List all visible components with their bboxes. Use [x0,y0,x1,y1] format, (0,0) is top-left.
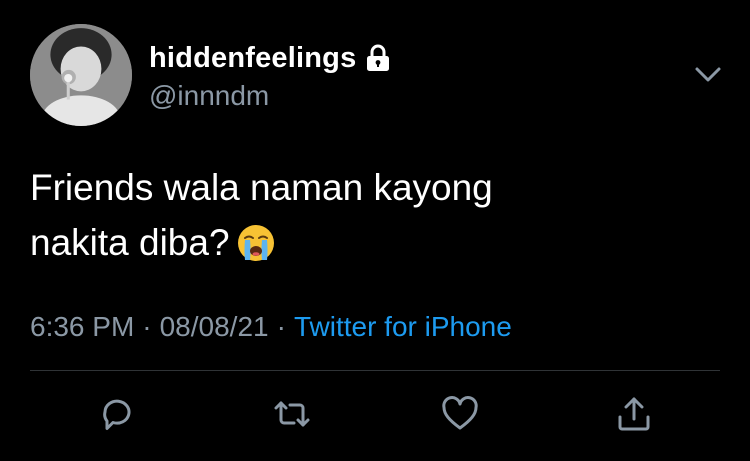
like-button[interactable] [438,392,482,436]
chevron-down-icon [695,67,721,82]
share-button[interactable] [612,392,656,436]
tweet-meta: 6:36 PM · 08/08/21 · Twitter for iPhone [30,311,512,343]
tweet-text-line-with-emoji: nakita diba? [30,215,690,270]
display-name-row: hiddenfeelings [149,40,391,76]
tweet-text: Friends wala naman kayong nakita diba? [30,160,690,270]
more-menu-button[interactable] [692,60,724,88]
tweet-text-line: nakita diba? [30,222,230,263]
meta-separator: · [276,311,286,342]
share-icon [618,397,650,431]
tweet-time: 6:36 PM [30,311,135,342]
lock-icon [365,44,391,72]
heart-icon [442,396,478,430]
reply-icon [103,399,131,430]
action-bar [0,392,750,442]
loudly-crying-face-emoji-icon [236,223,276,263]
tweet-card: hiddenfeelings @innndm Friends wala nama… [0,0,750,461]
tweet-date: 08/08/21 [159,311,269,342]
meta-separator: · [142,311,152,342]
retweet-button[interactable] [270,392,314,436]
tweet-text-line: Friends wala naman kayong [30,167,493,208]
user-handle[interactable]: @innndm [149,80,269,112]
avatar[interactable] [30,24,132,126]
avatar-photo [30,24,132,126]
reply-button[interactable] [96,392,140,436]
retweet-icon [274,401,310,427]
tweet-source-link[interactable]: Twitter for iPhone [294,311,512,342]
display-name[interactable]: hiddenfeelings [149,42,356,75]
divider [30,370,720,371]
